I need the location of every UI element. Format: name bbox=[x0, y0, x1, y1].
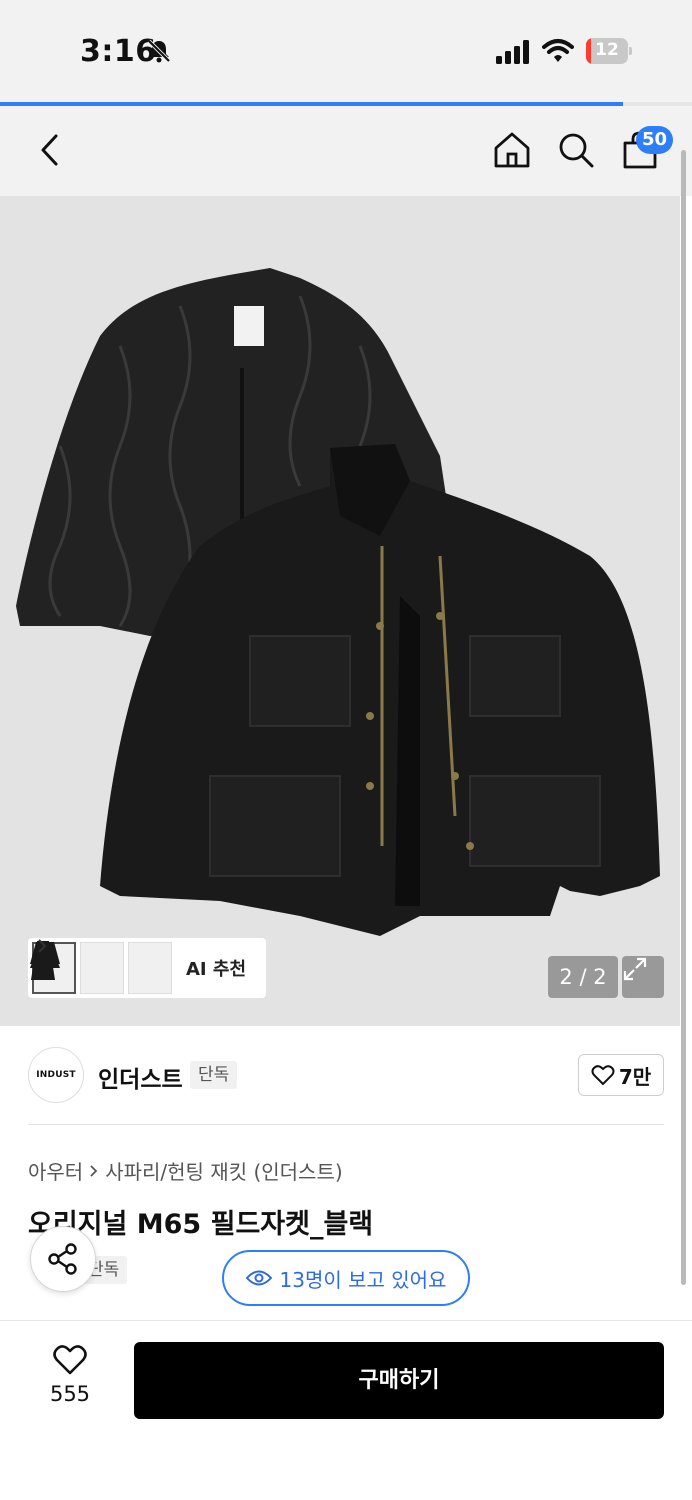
live-viewers-text: 13명이 보고 있어요 bbox=[279, 1267, 447, 1292]
heart-icon bbox=[591, 1065, 615, 1086]
live-viewers-pill: 13명이 보고 있어요 bbox=[222, 1250, 470, 1306]
brand-logo-text: INDUST bbox=[36, 1070, 76, 1080]
wishlist-count: 555 bbox=[49, 1382, 91, 1406]
buy-button[interactable]: 구매하기 bbox=[134, 1342, 664, 1419]
ai-recommend-strip[interactable]: AI 추천 bbox=[28, 938, 266, 998]
product-photo bbox=[16, 268, 660, 936]
home-button[interactable] bbox=[490, 128, 534, 172]
breadcrumb-item[interactable]: 사파리/헌팅 재킷 (인더스트) bbox=[105, 1156, 342, 1185]
chevron-right-icon bbox=[90, 1164, 98, 1177]
expand-icon bbox=[623, 957, 647, 981]
status-bar: 3:16 12 bbox=[0, 0, 692, 104]
back-button[interactable] bbox=[28, 128, 72, 172]
ai-recommend-label: AI 추천 bbox=[186, 959, 247, 980]
breadcrumb-item[interactable]: 아우터 bbox=[28, 1156, 83, 1185]
scrollbar[interactable] bbox=[681, 150, 686, 1285]
eye-icon bbox=[245, 1270, 272, 1286]
brand-like-count: 7만 bbox=[618, 1064, 652, 1089]
cellular-signal-icon bbox=[496, 40, 529, 64]
bell-slash-icon bbox=[147, 39, 171, 63]
expand-image-button[interactable] bbox=[622, 956, 664, 998]
top-navigation-bar bbox=[0, 106, 692, 196]
wishlist-button[interactable]: 555 bbox=[36, 1344, 104, 1414]
share-button[interactable] bbox=[30, 1226, 96, 1292]
exclusive-badge: 단독 bbox=[190, 1061, 238, 1089]
thumbnail-2[interactable] bbox=[30, 942, 124, 994]
search-button[interactable] bbox=[554, 128, 598, 172]
brand-like-button[interactable]: 7만 bbox=[578, 1054, 664, 1096]
heart-icon bbox=[53, 1345, 87, 1375]
share-icon bbox=[48, 1243, 77, 1275]
divider bbox=[28, 1124, 664, 1125]
search-icon bbox=[559, 133, 594, 168]
brand-logo[interactable]: INDUST bbox=[28, 1047, 84, 1103]
home-icon bbox=[494, 132, 530, 168]
battery-level-text: 12 bbox=[595, 40, 619, 60]
wifi-icon bbox=[542, 39, 574, 62]
back-chevron-icon bbox=[41, 134, 58, 166]
breadcrumb: 아우터 사파리/헌팅 재킷 (인더스트) bbox=[28, 1156, 343, 1185]
product-image-gallery[interactable]: AI 추천 2 / 2 bbox=[0, 196, 680, 1026]
brand-name[interactable]: 인더스트 bbox=[98, 1060, 183, 1094]
chevron-right-icon bbox=[38, 939, 47, 953]
battery-icon: 12 bbox=[586, 38, 632, 64]
image-page-indicator: 2 / 2 bbox=[548, 956, 618, 998]
cart-count-badge: 50 bbox=[636, 126, 674, 154]
thumbnail-3[interactable] bbox=[31, 941, 172, 994]
